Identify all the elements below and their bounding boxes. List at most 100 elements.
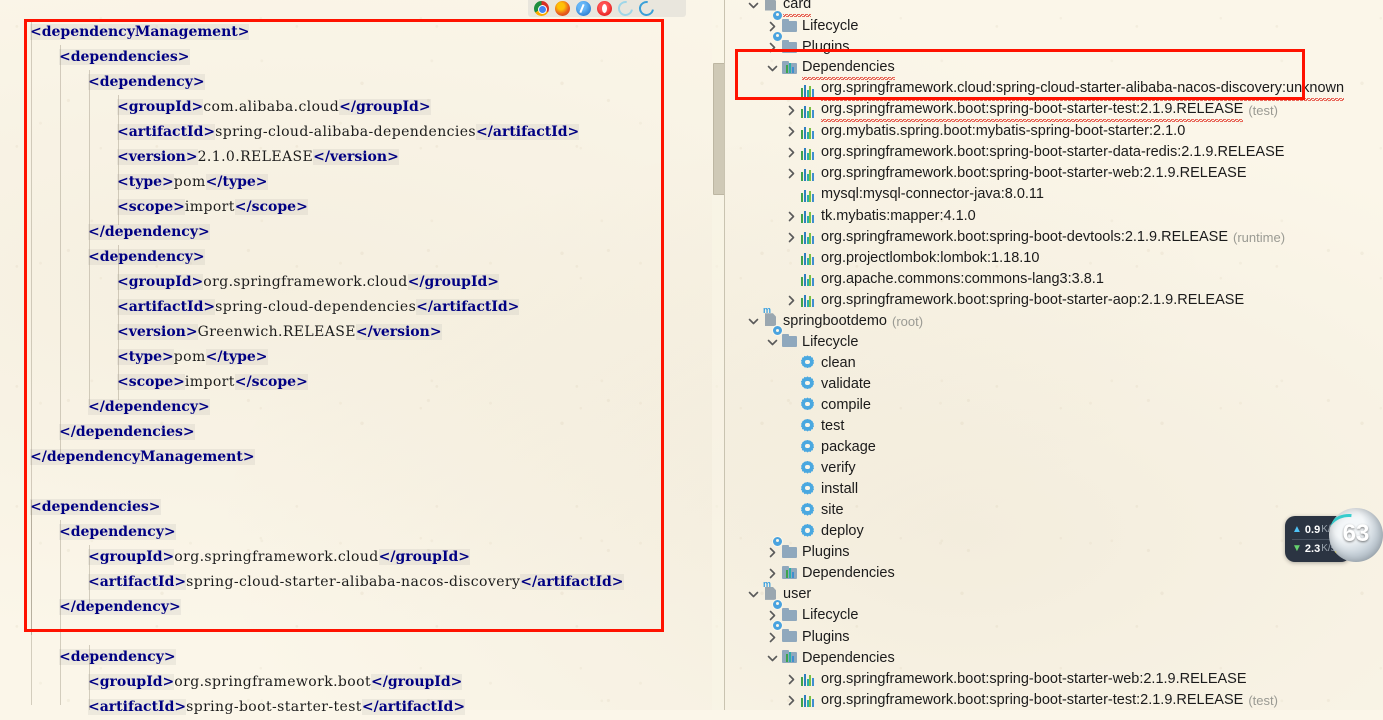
- browser-shortcut-bar[interactable]: [528, 0, 686, 19]
- maven-tree-node[interactable]: org.springframework.boot:spring-boot-sta…: [785, 290, 1244, 311]
- chevron-right-icon[interactable]: [785, 210, 798, 223]
- maven-tree-node[interactable]: validate: [785, 374, 871, 395]
- indent-guide: [118, 95, 119, 225]
- xml-tag: <type>: [117, 349, 174, 365]
- maven-tree-node[interactable]: verify: [785, 458, 856, 479]
- dependency-bars-icon: [801, 294, 815, 308]
- dependency-bars-icon: [801, 168, 815, 181]
- maven-tree-node[interactable]: tk.mybatis:mapper:4.1.0: [785, 206, 976, 227]
- maven-tree-node[interactable]: Plugins: [766, 30, 850, 58]
- edge-legacy-icon[interactable]: [615, 0, 636, 19]
- maven-tree-node-label: Dependencies: [802, 649, 895, 666]
- chevron-down-icon[interactable]: [766, 652, 779, 665]
- code-line[interactable]: <dependencies>: [0, 495, 712, 520]
- chevron-right-icon[interactable]: [766, 631, 779, 644]
- chevron-right-icon[interactable]: [766, 546, 779, 559]
- maven-tree-node[interactable]: Dependencies: [766, 648, 895, 669]
- code-line[interactable]: </dependencies>: [0, 420, 712, 445]
- xml-text: import: [184, 199, 235, 215]
- maven-projects-tool-window[interactable]: mcardLifecyclePluginsDependenciesorg.spr…: [725, 0, 1383, 710]
- code-line[interactable]: [0, 470, 712, 495]
- maven-tree-node[interactable]: org.springframework.boot:spring-boot-sta…: [785, 163, 1247, 184]
- code-line[interactable]: <groupId>org.springframework.cloud</grou…: [0, 270, 712, 295]
- code-line[interactable]: <groupId>com.alibaba.cloud</groupId>: [0, 95, 712, 120]
- chevron-down-icon[interactable]: [747, 0, 760, 12]
- chevron-right-icon[interactable]: [785, 104, 798, 117]
- maven-tree-node[interactable]: clean: [785, 353, 856, 374]
- maven-tree-node[interactable]: compile: [785, 395, 871, 416]
- code-line[interactable]: <scope>import</scope>: [0, 370, 712, 395]
- code-line[interactable]: <version>2.1.0.RELEASE</version>: [0, 145, 712, 170]
- firefox-icon[interactable]: [555, 1, 570, 16]
- maven-tree-node[interactable]: site: [785, 500, 844, 521]
- maven-tree-node[interactable]: Lifecycle: [766, 325, 858, 353]
- maven-tree-node[interactable]: deploy: [785, 521, 864, 542]
- code-line[interactable]: <groupId>org.springframework.boot</group…: [0, 670, 712, 695]
- dependency-bars-icon: [801, 271, 817, 287]
- maven-tree-node[interactable]: org.springframework.boot:spring-boot-dev…: [785, 227, 1285, 248]
- upload-speed-value: 0.9: [1304, 523, 1321, 536]
- xml-tag: <dependency>: [88, 249, 205, 265]
- floating-ball-widget[interactable]: 63: [1329, 508, 1383, 562]
- chevron-right-icon[interactable]: [785, 694, 798, 707]
- maven-tree-node[interactable]: package: [785, 437, 876, 458]
- code-line[interactable]: </dependencyManagement>: [0, 445, 712, 470]
- chevron-right-icon[interactable]: [785, 146, 798, 159]
- code-line[interactable]: <dependency>: [0, 520, 712, 545]
- chevron-down-icon[interactable]: [747, 315, 760, 328]
- edge-icon[interactable]: [636, 0, 657, 19]
- dependency-bars-icon: [801, 145, 817, 161]
- code-line[interactable]: <dependency>: [0, 245, 712, 270]
- code-line[interactable]: <type>pom</type>: [0, 170, 712, 195]
- maven-tree-node[interactable]: org.springframework.boot:spring-boot-sta…: [785, 690, 1278, 711]
- code-line[interactable]: </dependency>: [0, 595, 712, 620]
- maven-tree-node[interactable]: mysql:mysql-connector-java:8.0.11: [785, 184, 1044, 205]
- opera-icon[interactable]: [597, 1, 612, 16]
- chevron-right-icon[interactable]: [766, 41, 779, 54]
- maven-tree-node[interactable]: org.springframework.boot:spring-boot-sta…: [785, 142, 1284, 163]
- chevron-down-icon[interactable]: [766, 62, 779, 75]
- code-line[interactable]: <artifactId>spring-cloud-alibaba-depende…: [0, 120, 712, 145]
- maven-tree-node[interactable]: org.projectlombok:lombok:1.18.10: [785, 248, 1039, 269]
- code-line[interactable]: <dependency>: [0, 70, 712, 95]
- maven-tree-node[interactable]: org.springframework.boot:spring-boot-sta…: [785, 99, 1278, 123]
- xml-code-editor[interactable]: <dependencyManagement> <dependencies> <dep…: [0, 0, 712, 715]
- code-line[interactable]: <artifactId>spring-boot-starter-test</ar…: [0, 695, 712, 720]
- code-line[interactable]: <dependencies>: [0, 45, 712, 70]
- maven-tree-node[interactable]: Dependencies: [766, 563, 895, 584]
- code-line[interactable]: </dependency>: [0, 395, 712, 420]
- code-line[interactable]: <artifactId>spring-cloud-dependencies</a…: [0, 295, 712, 320]
- code-line[interactable]: <artifactId>spring-cloud-starter-alibaba…: [0, 570, 712, 595]
- maven-tree-node[interactable]: org.apache.commons:commons-lang3:3.8.1: [785, 269, 1104, 290]
- maven-tree-node[interactable]: org.springframework.boot:spring-boot-sta…: [785, 669, 1247, 690]
- chevron-right-icon[interactable]: [785, 125, 798, 138]
- maven-tree-node[interactable]: Plugins: [766, 535, 850, 563]
- maven-tree-node[interactable]: Dependencies: [766, 57, 895, 81]
- maven-tree-node[interactable]: test: [785, 416, 844, 437]
- xml-tag: </scope>: [234, 374, 308, 390]
- code-line[interactable]: </dependency>: [0, 220, 712, 245]
- code-line[interactable]: <scope>import</scope>: [0, 195, 712, 220]
- code-line[interactable]: <dependencyManagement>: [0, 20, 712, 45]
- browser-blue-icon[interactable]: [576, 1, 591, 16]
- maven-tree-node-label: org.springframework.boot:spring-boot-sta…: [821, 165, 1247, 182]
- code-line[interactable]: <dependency>: [0, 645, 712, 670]
- code-line[interactable]: [0, 620, 712, 645]
- chevron-down-icon[interactable]: [766, 336, 779, 349]
- maven-tree-node[interactable]: Plugins: [766, 620, 850, 648]
- code-line[interactable]: <groupId>org.springframework.cloud</grou…: [0, 545, 712, 570]
- chevron-right-icon[interactable]: [785, 167, 798, 180]
- maven-tree-node[interactable]: org.springframework.cloud:spring-cloud-s…: [785, 78, 1345, 102]
- chevron-right-icon[interactable]: [785, 673, 798, 686]
- maven-tree-node[interactable]: install: [785, 479, 858, 500]
- code-line[interactable]: <version>Greenwich.RELEASE</version>: [0, 320, 712, 345]
- chevron-right-icon[interactable]: [785, 231, 798, 244]
- panel-splitter[interactable]: [724, 0, 725, 710]
- code-line[interactable]: <type>pom</type>: [0, 345, 712, 370]
- xml-text: spring-cloud-starter-alibaba-nacos-disco…: [186, 574, 521, 590]
- chrome-icon[interactable]: [534, 1, 549, 16]
- chevron-right-icon[interactable]: [785, 294, 798, 307]
- chevron-down-icon[interactable]: [747, 588, 760, 601]
- maven-tree-node[interactable]: org.mybatis.spring.boot:mybatis-spring-b…: [785, 121, 1185, 142]
